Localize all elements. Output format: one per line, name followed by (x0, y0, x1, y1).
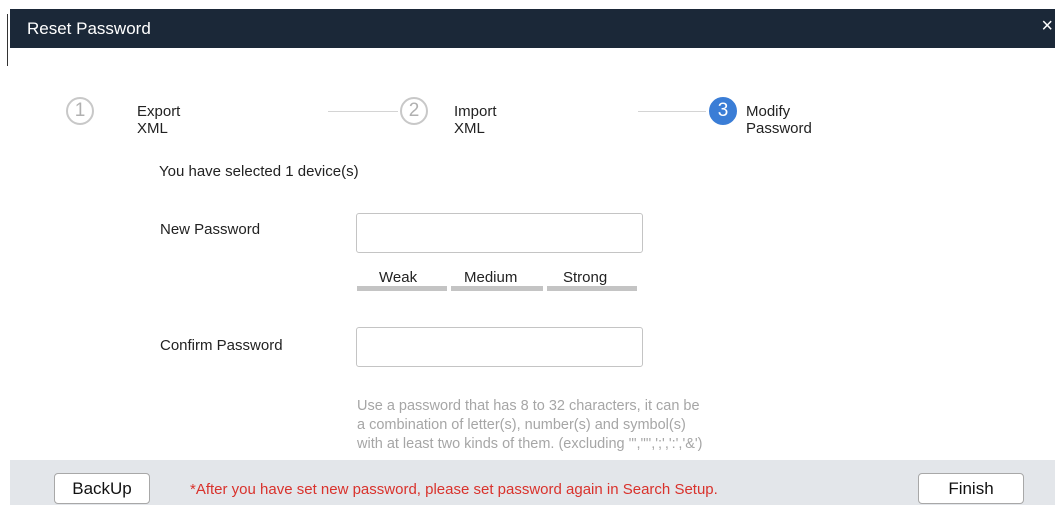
step-connector (328, 111, 398, 112)
step-connector (638, 111, 706, 112)
confirm-password-label: Confirm Password (160, 337, 283, 354)
step-1-label: Export XML (137, 103, 181, 137)
strength-bar-medium (451, 286, 543, 291)
confirm-password-input[interactable] (356, 327, 643, 367)
step-3-badge: 3 (709, 97, 737, 125)
search-setup-warning: *After you have set new password, please… (190, 481, 718, 498)
window-edge-rule (7, 14, 8, 66)
strength-label-strong: Strong (563, 269, 608, 286)
close-icon[interactable]: × (1041, 16, 1053, 36)
strength-label-medium: Medium (464, 269, 518, 286)
dialog-footer: BackUp *After you have set new password,… (10, 460, 1055, 505)
dialog-titlebar: Reset Password × (10, 9, 1055, 48)
hint-line: with at least two kinds of them. (exclud… (357, 436, 703, 452)
dialog-title: Reset Password (27, 19, 151, 38)
new-password-input[interactable] (356, 213, 643, 253)
step-3-label: Modify Password (746, 103, 812, 137)
step-2-label: Import XML (454, 103, 497, 137)
finish-button[interactable]: Finish (918, 473, 1024, 504)
strength-label-weak: Weak (379, 269, 418, 286)
hint-line: a combination of letter(s), number(s) an… (357, 417, 686, 433)
step-2-badge: 2 (400, 97, 428, 125)
step-1-badge: 1 (66, 97, 94, 125)
backup-button[interactable]: BackUp (54, 473, 150, 504)
selected-devices-text: You have selected 1 device(s) (159, 163, 359, 180)
strength-bar-strong (547, 286, 637, 291)
hint-line: Use a password that has 8 to 32 characte… (357, 398, 700, 414)
new-password-label: New Password (160, 221, 261, 238)
strength-bar-weak (357, 286, 447, 291)
password-rules-hint: Use a password that has 8 to 32 characte… (357, 397, 817, 454)
